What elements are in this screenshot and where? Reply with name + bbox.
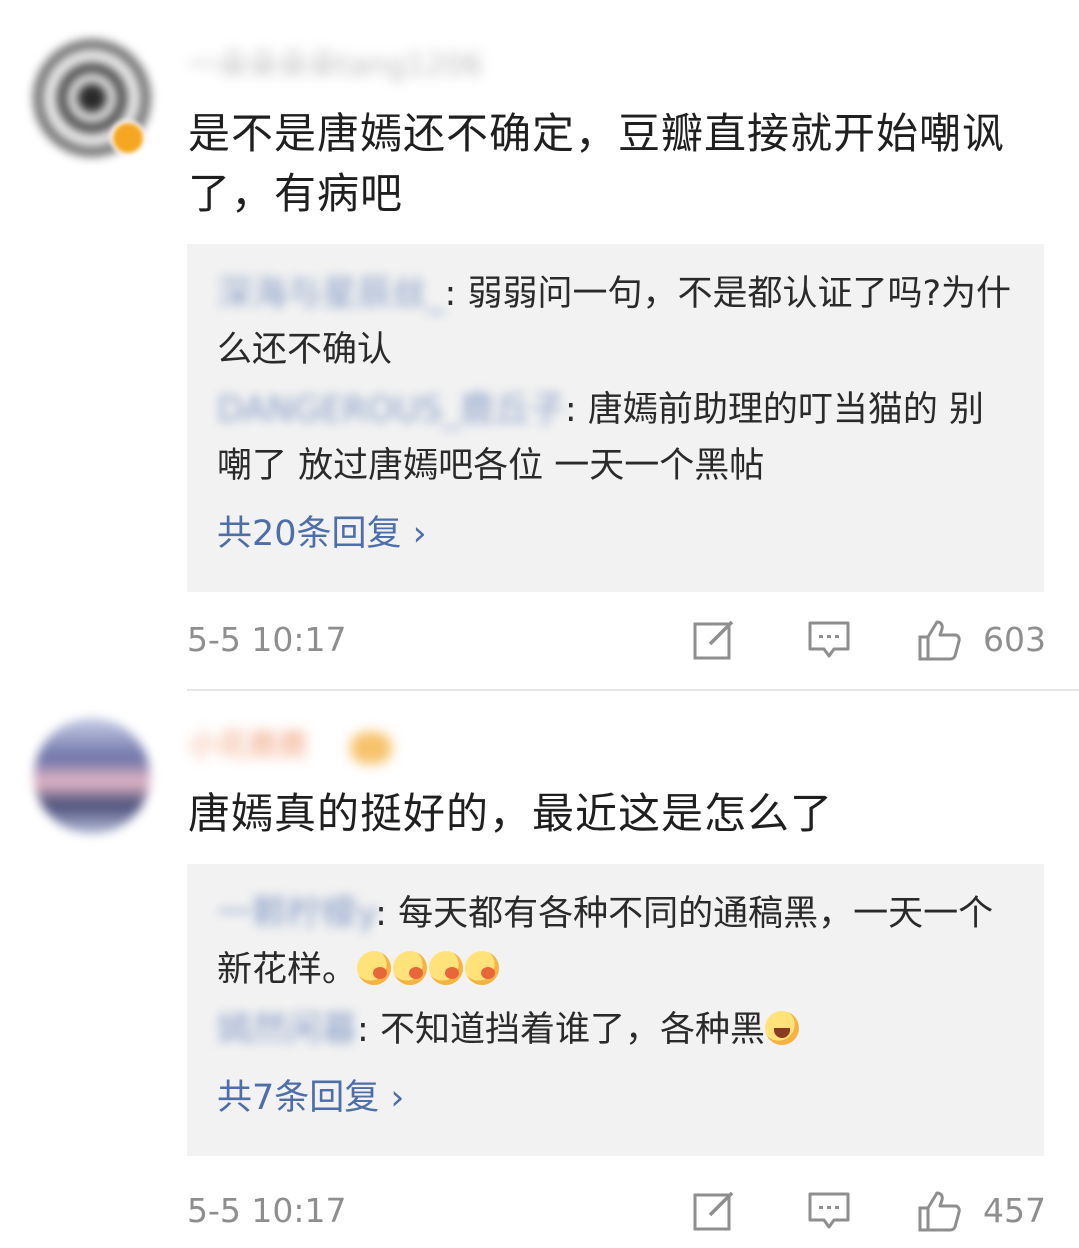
- reply-colon: :: [357, 1010, 380, 1050]
- reply-username[interactable]: 一颗柠檬y: [217, 894, 375, 934]
- comment-2: 小花鹿鹿 唐嫣真的挺好的，最近这是怎么了 一颗柠檬y: 每天都有各种不同的通稿黑…: [0, 0, 1079, 1248]
- like-icon[interactable]: [917, 1190, 961, 1232]
- like-count: 457: [983, 1191, 1046, 1230]
- comment-text: 唐嫣真的挺好的，最近这是怎么了: [188, 789, 834, 838]
- reply-colon: :: [375, 894, 399, 934]
- smirk-emoji-icon: [393, 951, 428, 985]
- reply-box[interactable]: 一颗柠檬y: 每天都有各种不同的通稿黑，一天一个新花样。 嫣然闲暮: 不知道挡着…: [187, 864, 1044, 1156]
- comment-meta: 5-5 10:17 457: [187, 1186, 1046, 1236]
- reply-text: 不知道挡着谁了，各种黑: [379, 1010, 765, 1050]
- reply-item: 嫣然闲暮: 不知道挡着谁了，各种黑: [217, 1002, 1014, 1058]
- smirk-emoji-icon: [465, 951, 500, 985]
- avatar[interactable]: [34, 718, 150, 834]
- comment-icon[interactable]: [807, 1190, 851, 1232]
- reply-item: 一颗柠檬y: 每天都有各种不同的通稿黑，一天一个新花样。: [217, 886, 1014, 998]
- member-badge-icon: [350, 732, 392, 764]
- username[interactable]: 小花鹿鹿: [188, 728, 308, 764]
- smirk-emoji-icon: [429, 951, 464, 985]
- timestamp: 5-5 10:17: [187, 1191, 347, 1230]
- reply-username[interactable]: 嫣然闲暮: [217, 1010, 357, 1050]
- more-replies-link[interactable]: 共7条回复 ›: [217, 1070, 1014, 1156]
- laugh-cry-emoji-icon: [764, 1011, 799, 1045]
- edit-icon[interactable]: [692, 1190, 736, 1232]
- smirk-emoji-icon: [357, 951, 392, 985]
